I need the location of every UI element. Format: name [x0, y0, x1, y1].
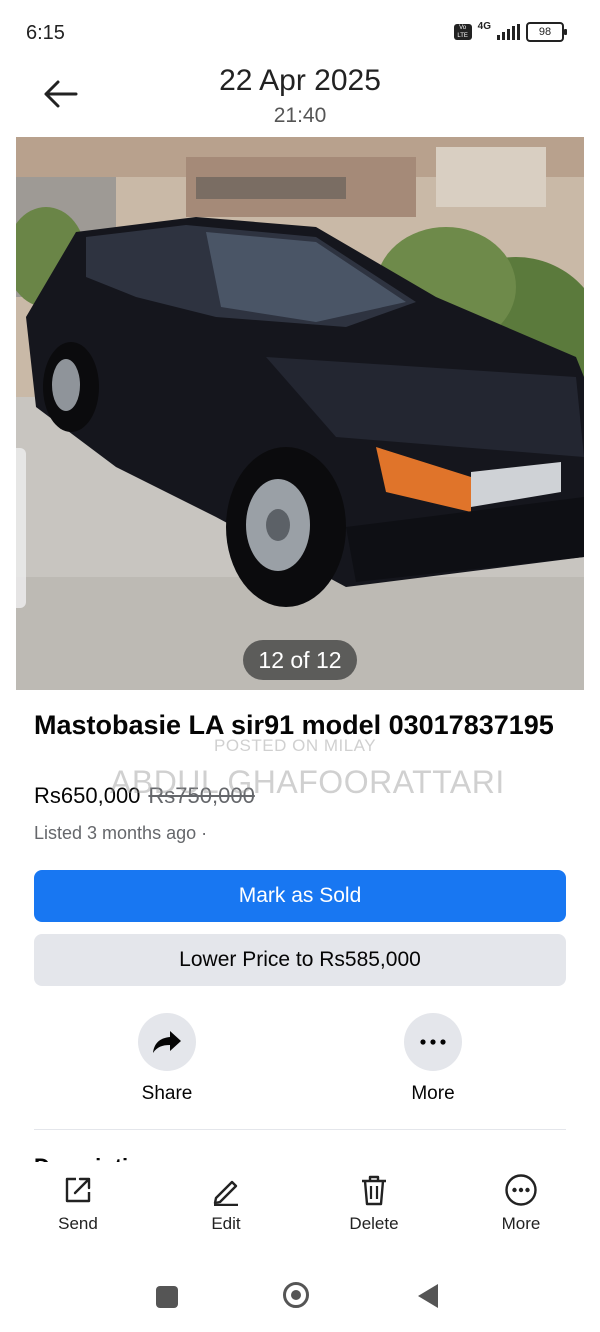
section-divider: [34, 1129, 566, 1130]
home-button[interactable]: [283, 1282, 309, 1308]
battery-level: 98: [538, 26, 552, 38]
more-action[interactable]: More: [373, 1013, 493, 1105]
edit-button[interactable]: Edit: [176, 1172, 276, 1234]
bottom-toolbar: Send Edit Delete More: [0, 1162, 600, 1272]
battery-icon: 98: [526, 22, 567, 42]
system-back-button[interactable]: [418, 1284, 438, 1308]
trash-icon: [362, 1175, 386, 1206]
pencil-icon: [213, 1180, 238, 1206]
recents-button[interactable]: [156, 1286, 178, 1308]
mark-as-sold-button[interactable]: Mark as Sold: [34, 870, 566, 922]
share-button[interactable]: [138, 1013, 196, 1071]
toolbar-more-button[interactable]: More: [471, 1172, 571, 1234]
share-arrow-icon: [153, 1031, 181, 1053]
car-photo-illustration: [16, 137, 584, 690]
watermark-line-1: POSTED ON MILAY: [214, 736, 377, 755]
signal-icon: [497, 24, 520, 40]
more-button[interactable]: [404, 1013, 462, 1071]
delete-button[interactable]: Delete: [324, 1172, 424, 1234]
send-label: Send: [58, 1214, 98, 1233]
volte-icon: Vo LTE: [453, 24, 472, 40]
share-label: Share: [141, 1083, 193, 1104]
status-time: 6:15: [26, 22, 65, 44]
photo-counter-badge: 12 of 12: [243, 640, 357, 680]
carousel-edge-handle[interactable]: [16, 448, 26, 608]
header-date: 22 Apr 2025: [219, 64, 381, 97]
watermark-line-2: ABDUL GHAFOORATTARI: [110, 764, 505, 800]
header-time: 21:40: [273, 104, 327, 127]
status-bar: 6:15 Vo LTE 4G 98: [0, 0, 600, 64]
system-nav-bar: [0, 1272, 600, 1332]
listed-time: Listed 3 months ago ·: [34, 823, 208, 843]
more-circle-icon: [505, 1174, 537, 1206]
listing-photo[interactable]: [16, 137, 584, 690]
share-action[interactable]: Share: [107, 1013, 227, 1105]
more-dots-icon: [420, 1039, 446, 1045]
delete-label: Delete: [349, 1214, 399, 1233]
lower-price-button[interactable]: Lower Price to Rs585,000: [34, 934, 566, 986]
more-label: More: [411, 1083, 455, 1104]
network-type: 4G: [477, 20, 491, 32]
toolbar-more-label: More: [501, 1214, 541, 1233]
send-external-icon: [65, 1177, 91, 1203]
status-icons: Vo LTE 4G 98: [453, 20, 567, 42]
send-button[interactable]: Send: [28, 1172, 128, 1234]
edit-label: Edit: [211, 1214, 241, 1233]
